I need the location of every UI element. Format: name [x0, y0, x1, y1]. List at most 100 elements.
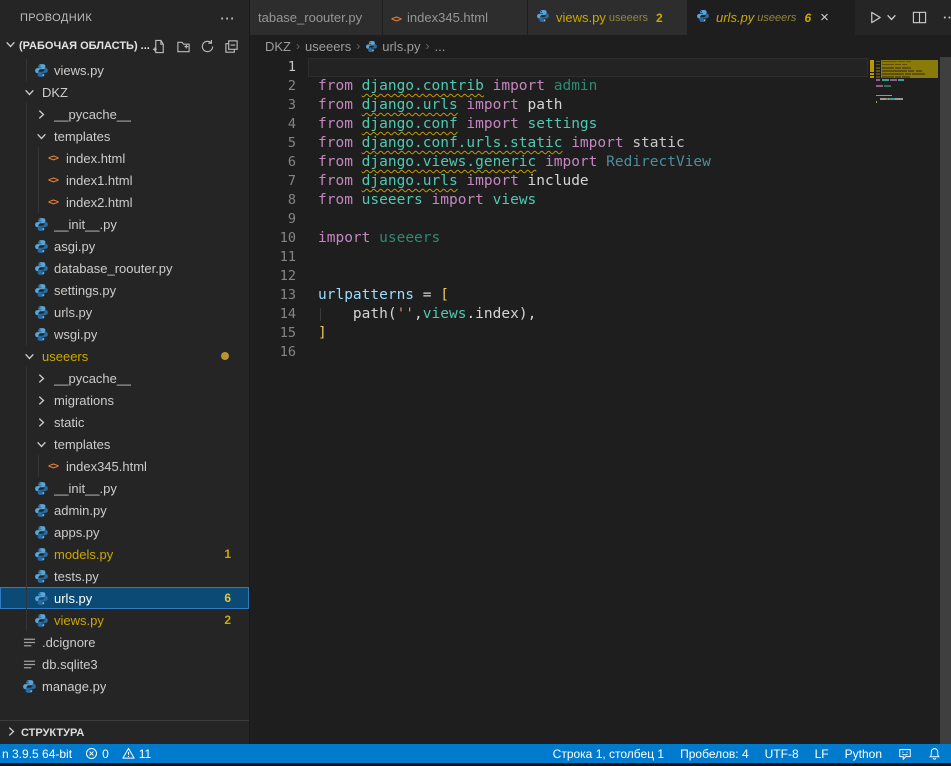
outline-section-header[interactable]: СТРУКТУРА [0, 720, 249, 745]
tree-item-__pycache__[interactable]: __pycache__ [0, 103, 249, 125]
tab-tabase_roouter.py[interactable]: tabase_roouter.py [250, 0, 383, 35]
collapse-all-icon[interactable] [224, 39, 239, 54]
status-cursor-position[interactable]: Строка 1, столбец 1 [553, 747, 664, 761]
code-line-16[interactable]: 16 [250, 343, 868, 362]
status-notifications[interactable] [928, 747, 941, 760]
line-number: 9 [250, 210, 296, 229]
chevron-down-icon[interactable] [886, 12, 897, 23]
tree-item-tests.py[interactable]: tests.py [0, 565, 249, 587]
tab-label: index345.html [407, 10, 488, 25]
tree-item-templates[interactable]: templates [0, 125, 249, 147]
refresh-icon[interactable] [200, 39, 215, 54]
code-line-13[interactable]: 13urlpatterns = [ [250, 286, 868, 305]
tree-item-static[interactable]: static [0, 411, 249, 433]
code-text: from django.urls import include [318, 172, 589, 191]
tab-views.py[interactable]: views.pyuseeers2 [528, 0, 688, 35]
tree-item-index2.html[interactable]: <>index2.html [0, 191, 249, 213]
code-line-4[interactable]: 4from django.conf import settings [250, 115, 868, 134]
split-editor-icon[interactable] [912, 10, 927, 25]
tree-item-useeers[interactable]: useeers [0, 345, 249, 367]
tree-item-models.py[interactable]: models.py1 [0, 543, 249, 565]
workspace-section-header[interactable]: (РАБОЧАЯ ОБЛАСТЬ) ... [0, 35, 249, 57]
new-file-icon[interactable] [152, 39, 167, 54]
tab-description: useeers [757, 12, 796, 24]
tree-item-wsgi.py[interactable]: wsgi.py [0, 323, 249, 345]
line-number: 1 [250, 58, 296, 77]
code-line-11[interactable]: 11 [250, 248, 868, 267]
tree-item-urls.py[interactable]: urls.py6 [0, 587, 249, 609]
tree-item-database_roouter.py[interactable]: database_roouter.py [0, 257, 249, 279]
tree-item-__init__.py[interactable]: __init__.py [0, 213, 249, 235]
tree-item-label: __init__.py [54, 217, 117, 232]
tree-item-db.sqlite3[interactable]: db.sqlite3 [0, 653, 249, 675]
status-python-interpreter[interactable]: n 3.9.5 64-bit [2, 747, 72, 761]
tree-item-__pycache__[interactable]: __pycache__ [0, 367, 249, 389]
code-line-12[interactable]: 12 [250, 267, 868, 286]
tree-item-views.py[interactable]: views.py [0, 59, 249, 81]
code-line-14[interactable]: 14 path('',views.index), [250, 305, 868, 324]
tree-item-migrations[interactable]: migrations [0, 389, 249, 411]
code-line-6[interactable]: 6from django.views.generic import Redire… [250, 153, 868, 172]
breadcrumb-item-DKZ[interactable]: DKZ [265, 39, 291, 54]
code-line-8[interactable]: 8from useeers import views [250, 191, 868, 210]
tree-item-admin.py[interactable]: admin.py [0, 499, 249, 521]
html-icon: <> [45, 461, 61, 472]
status-indentation[interactable]: Пробелов: 4 [680, 747, 749, 761]
more-icon[interactable] [942, 10, 951, 25]
code-line-9[interactable]: 9 [250, 210, 868, 229]
tab-urls.py[interactable]: urls.pyuseeers6× [688, 0, 855, 35]
html-icon: <> [48, 153, 58, 164]
editor-actions [855, 0, 951, 35]
breadcrumb-item-urls.py[interactable]: urls.py [365, 39, 420, 54]
indent-guide [26, 103, 27, 125]
tree-item-.dcignore[interactable]: .dcignore [0, 631, 249, 653]
code-line-7[interactable]: 7from django.urls import include [250, 172, 868, 191]
tree-item-apps.py[interactable]: apps.py [0, 521, 249, 543]
run-icon[interactable] [868, 10, 883, 25]
breadcrumb-item-...[interactable]: ... [435, 39, 446, 54]
code-editor[interactable]: 12from django.contrib import admin3from … [250, 57, 951, 744]
tree-item-index.html[interactable]: <> index.html [0, 147, 249, 169]
tree-item-index1.html[interactable]: <>index1.html [0, 169, 249, 191]
breadcrumb-item-useeers[interactable]: useeers [305, 39, 351, 54]
status-language-mode[interactable]: Python [845, 747, 882, 761]
status-problems-warnings[interactable]: 11 [122, 747, 151, 761]
close-icon[interactable]: × [820, 10, 829, 25]
explorer-toolbar [152, 39, 249, 54]
tree-item-label: wsgi.py [54, 327, 97, 342]
tree-item-asgi.py[interactable]: asgi.py [0, 235, 249, 257]
html-icon: <> [48, 197, 58, 208]
vertical-scrollbar[interactable] [940, 57, 951, 744]
tree-item-DKZ[interactable]: DKZ [0, 81, 249, 103]
py-icon [33, 503, 49, 518]
code-line-3[interactable]: 3from django.urls import path [250, 96, 868, 115]
tree-item-index345.html[interactable]: <>index345.html [0, 455, 249, 477]
code-line-5[interactable]: 5from django.conf.urls.static import sta… [250, 134, 868, 153]
status-feedback[interactable] [898, 747, 912, 761]
tab-label: tabase_roouter.py [258, 10, 362, 25]
status-problems-errors[interactable]: 0 [85, 747, 109, 761]
tree-item-settings.py[interactable]: settings.py [0, 279, 249, 301]
tree-item-manage.py[interactable]: manage.py [0, 675, 249, 697]
python-icon [22, 679, 37, 694]
code-line-2[interactable]: 2from django.contrib import admin [250, 77, 868, 96]
indent-guide [26, 125, 27, 147]
python-icon [34, 305, 49, 320]
tree-item-label: index.html [66, 151, 125, 166]
new-folder-icon[interactable] [176, 39, 191, 54]
indent-guide [26, 389, 27, 411]
status-eol[interactable]: LF [815, 747, 829, 761]
minimap[interactable] [868, 57, 940, 187]
code-line-1[interactable]: 1 [250, 58, 868, 77]
more-actions-icon[interactable]: ⋯ [220, 9, 235, 27]
tab-index345.html[interactable]: <>index345.html [383, 0, 528, 35]
code-line-15[interactable]: 15] [250, 324, 868, 343]
code-text: from useeers import views [318, 191, 536, 210]
code-line-10[interactable]: 10import useeers [250, 229, 868, 248]
tree-item-urls.py[interactable]: urls.py [0, 301, 249, 323]
tab-label: urls.py [716, 10, 754, 25]
status-encoding[interactable]: UTF-8 [765, 747, 799, 761]
tree-item-views.py[interactable]: views.py2 [0, 609, 249, 631]
tree-item-__init__.py[interactable]: __init__.py [0, 477, 249, 499]
tree-item-templates[interactable]: templates [0, 433, 249, 455]
